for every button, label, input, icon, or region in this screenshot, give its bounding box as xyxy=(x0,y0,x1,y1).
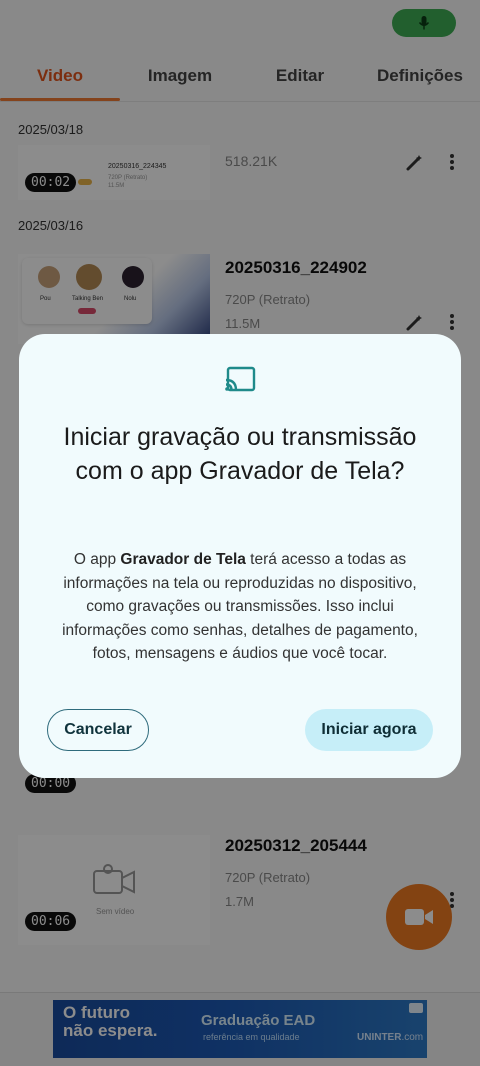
dialog-title: Iniciar gravação ou transmissão com o ap… xyxy=(63,423,417,485)
cancel-button[interactable]: Cancelar xyxy=(47,709,149,751)
cast-icon xyxy=(225,366,256,392)
dialog-app-name: Gravador de Tela xyxy=(120,551,246,568)
dialog-body: O app Gravador de Tela terá acesso a tod… xyxy=(62,551,418,662)
start-now-button[interactable]: Iniciar agora xyxy=(305,709,433,751)
